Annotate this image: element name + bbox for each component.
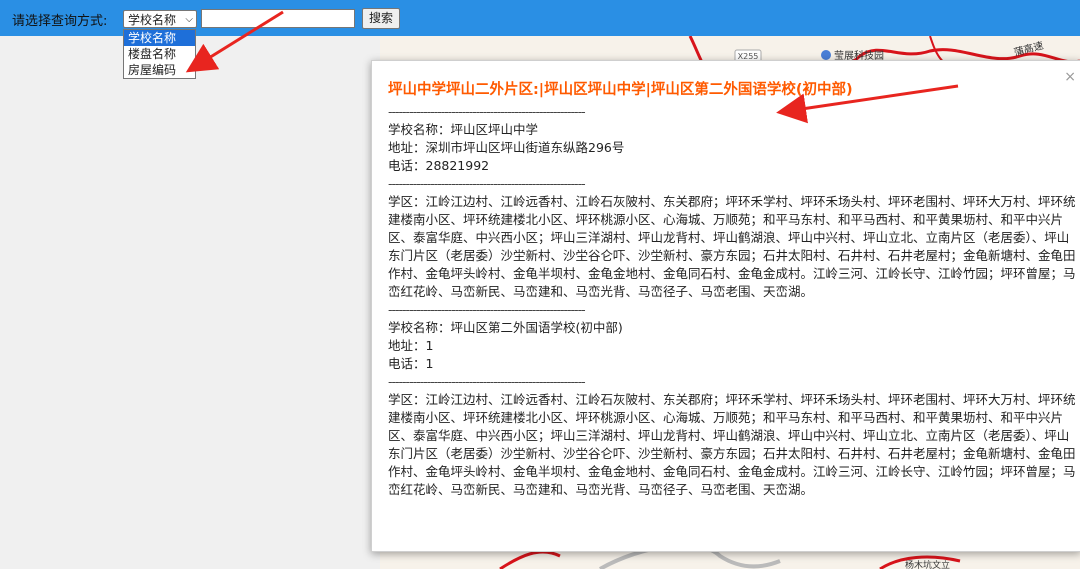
school-phone: 电话：1 [388,356,434,371]
school-address: 地址：深圳市坪山区坪山街道东纵路296号 [388,140,625,155]
school-district: 学区：江岭江边村、江岭远香村、江岭石灰陂村、东关郡府；坪环禾学村、坪环禾场头村、… [388,392,1076,497]
popup-title: 坪山中学坪山二外片区:|坪山区坪山中学|坪山区第二外国语学校(初中部) [388,82,853,98]
separator: ----------------------------------------… [388,176,586,191]
query-mode-select-value: 学校名称 [128,13,177,27]
chevron-down-icon: ⌵ [185,14,193,25]
school-district: 学区：江岭江边村、江岭远香村、江岭石灰陂村、东关郡府；坪环禾学村、坪环禾场头村、… [388,194,1076,299]
separator: ----------------------------------------… [388,302,586,317]
query-mode-label: 请选择查询方式: [12,14,108,29]
query-mode-select[interactable]: 学校名称 ⌵ [123,10,197,28]
school-phone: 电话：28821992 [388,158,490,173]
school-name: 学校名称：坪山区坪山中学 [388,122,539,137]
school-info-popup: × 坪山中学坪山二外片区:|坪山区坪山中学|坪山区第二外国语学校(初中部) --… [371,60,1080,552]
school-name: 学校名称：坪山区第二外国语学校(初中部) [388,320,623,335]
separator: ----------------------------------------… [388,374,586,389]
search-button[interactable]: 搜索 [362,8,400,29]
school-address: 地址：1 [388,338,434,353]
map-label-bottom: 杨木坑文立 [905,559,950,569]
popup-content: 坪山中学坪山二外片区:|坪山区坪山中学|坪山区第二外国语学校(初中部) ----… [388,79,1076,499]
separator: ----------------------------------------… [388,104,586,119]
search-input[interactable] [201,9,355,28]
